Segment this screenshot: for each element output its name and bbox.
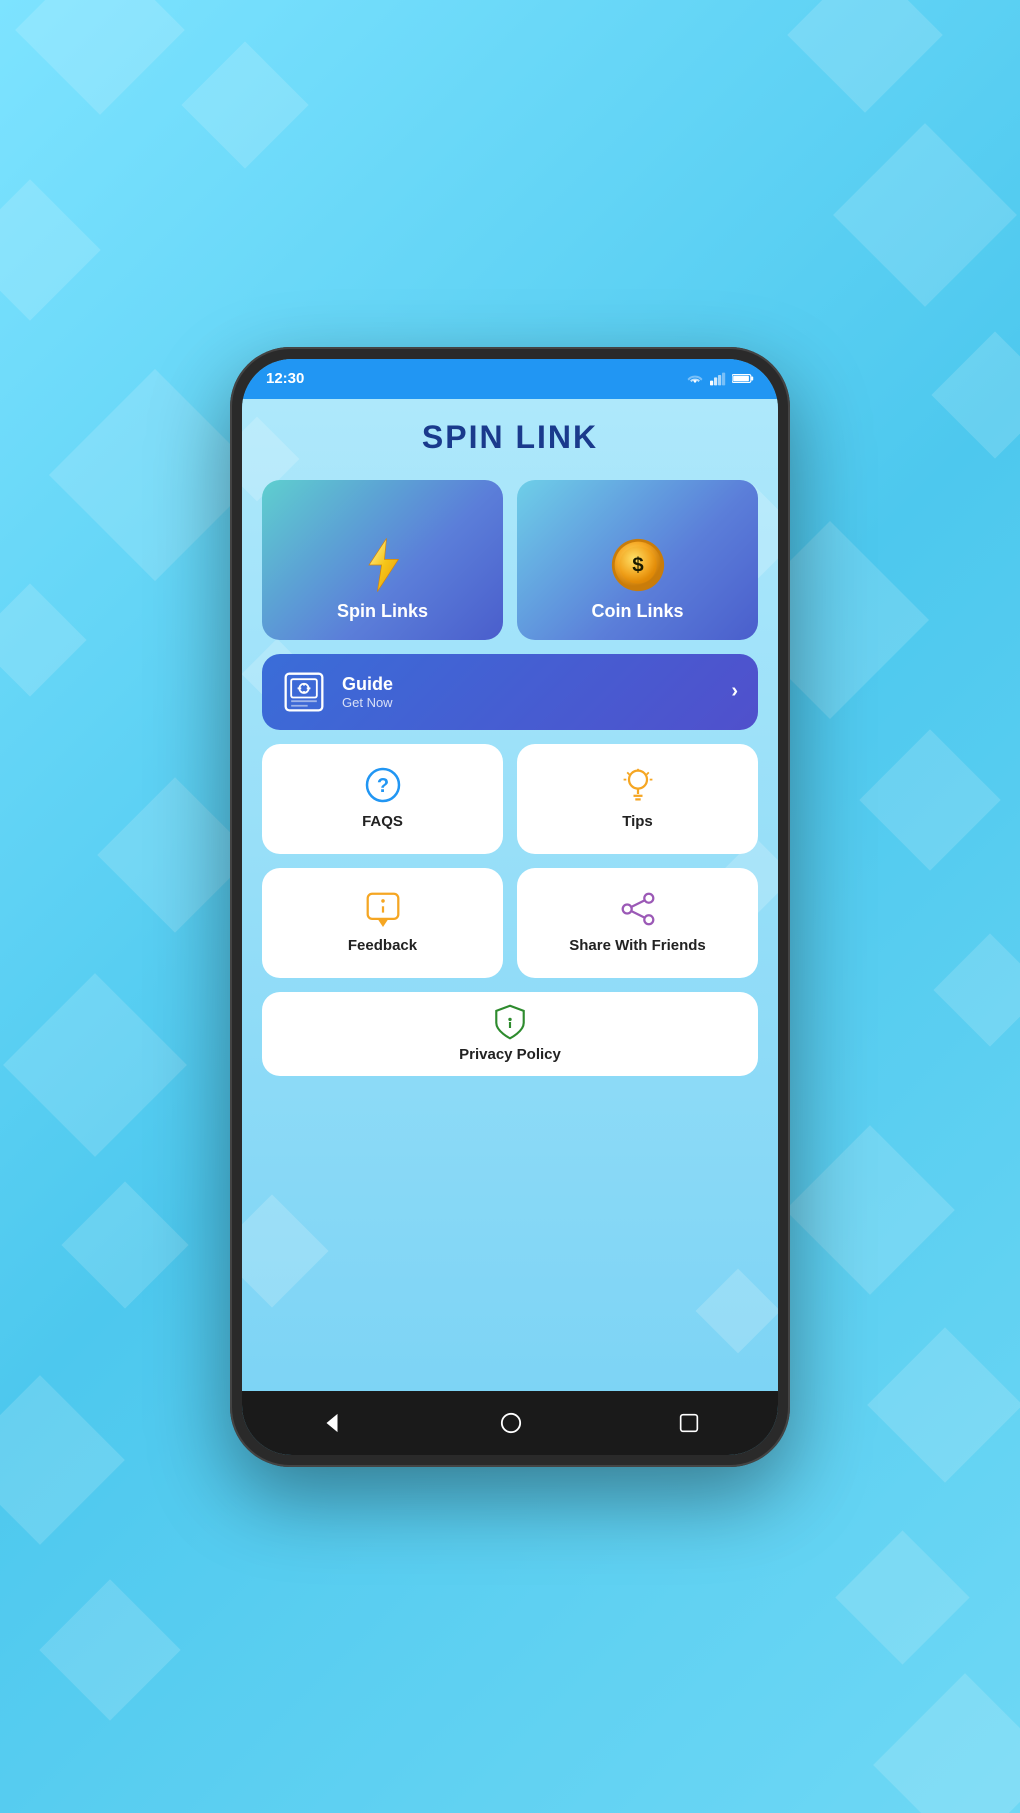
back-nav-button[interactable] — [297, 1402, 367, 1444]
status-bar: 12:30 — [242, 359, 778, 399]
share-label: Share With Friends — [569, 937, 706, 954]
deco — [242, 1194, 329, 1307]
app-content: SPIN LINK — [242, 399, 778, 1391]
phone-frame: 12:30 — [230, 347, 790, 1467]
home-nav-button[interactable] — [476, 1402, 546, 1444]
share-button[interactable]: Share With Friends — [517, 868, 758, 978]
deco — [696, 1268, 778, 1353]
back-nav-icon — [321, 1412, 343, 1434]
main-buttons-row: Spin Links — [262, 480, 758, 640]
svg-text:?: ? — [376, 775, 388, 797]
feedback-label: Feedback — [348, 937, 417, 954]
guide-text: Guide Get Now — [342, 674, 731, 710]
tips-button[interactable]: Tips — [517, 744, 758, 854]
tips-label: Tips — [622, 813, 653, 830]
faqs-label: FAQS — [362, 813, 403, 830]
lightning-icon — [355, 537, 411, 593]
app-title: SPIN LINK — [262, 419, 758, 456]
guide-title: Guide — [342, 674, 731, 695]
status-time: 12:30 — [266, 370, 304, 387]
recent-nav-button[interactable] — [655, 1403, 723, 1443]
spin-links-label: Spin Links — [337, 601, 428, 622]
phone-screen: 12:30 — [242, 359, 778, 1455]
privacy-policy-button[interactable]: Privacy Policy — [262, 992, 758, 1076]
svg-text:$: $ — [632, 553, 644, 576]
guide-button[interactable]: Guide Get Now › — [262, 654, 758, 730]
signal-icon — [710, 372, 726, 386]
coin-icon: $ — [610, 537, 666, 593]
wifi-icon — [686, 372, 704, 386]
privacy-policy-label: Privacy Policy — [459, 1046, 561, 1063]
status-icons — [686, 372, 754, 386]
spin-links-button[interactable]: Spin Links — [262, 480, 503, 640]
home-nav-icon — [500, 1412, 522, 1434]
feedback-icon — [365, 891, 401, 927]
guide-icon — [282, 670, 326, 714]
recent-nav-icon — [679, 1413, 699, 1433]
grid-buttons: ? FAQS — [262, 744, 758, 978]
battery-icon — [732, 372, 754, 385]
guide-subtitle: Get Now — [342, 695, 731, 710]
coin-links-button[interactable]: $ Coin Links — [517, 480, 758, 640]
privacy-icon — [494, 1004, 526, 1040]
faqs-icon: ? — [365, 767, 401, 803]
faqs-button[interactable]: ? FAQS — [262, 744, 503, 854]
feedback-button[interactable]: Feedback — [262, 868, 503, 978]
coin-links-label: Coin Links — [591, 601, 683, 622]
tips-icon — [620, 767, 656, 803]
guide-arrow-icon: › — [731, 680, 738, 703]
bottom-nav-bar — [242, 1391, 778, 1455]
share-icon — [620, 891, 656, 927]
